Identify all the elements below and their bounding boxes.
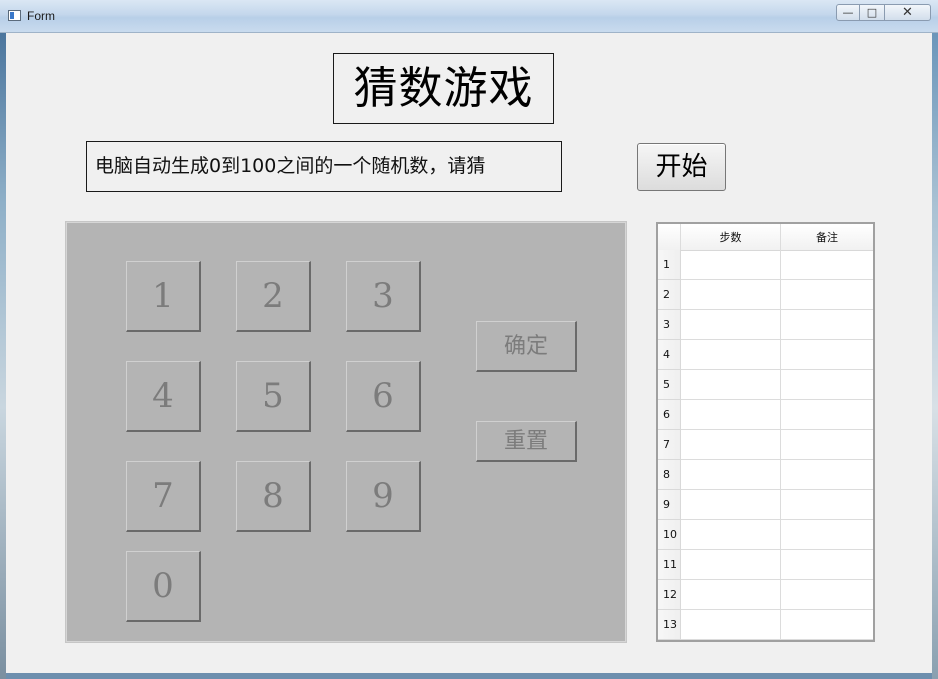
steps-cell[interactable] [681,340,781,370]
steps-cell[interactable] [681,250,781,280]
key-5-button[interactable]: 5 [236,361,311,432]
window-app-icon[interactable] [8,10,21,21]
table-row: 12 [658,580,873,610]
steps-cell[interactable] [681,430,781,460]
row-header[interactable]: 1 [658,250,681,280]
key-8-button[interactable]: 8 [236,461,311,532]
form-client-area: 猜数游戏 电脑自动生成0到100之间的一个随机数，请猜 开始 1 2 3 4 5… [6,33,932,673]
steps-cell[interactable] [681,370,781,400]
row-header[interactable]: 3 [658,310,681,340]
table-row: 6 [658,400,873,430]
table-row: 4 [658,340,873,370]
title-bar[interactable]: Form — □ ✕ [0,0,938,33]
key-4-button[interactable]: 4 [126,361,201,432]
column-header-notes[interactable]: 备注 [781,224,873,250]
row-header[interactable]: 12 [658,580,681,610]
table-row: 13 [658,610,873,640]
notes-cell[interactable] [781,340,873,370]
notes-cell[interactable] [781,490,873,520]
row-header[interactable]: 9 [658,490,681,520]
steps-cell[interactable] [681,280,781,310]
steps-cell[interactable] [681,400,781,430]
notes-cell[interactable] [781,250,873,280]
row-header[interactable]: 7 [658,430,681,460]
table-row: 7 [658,430,873,460]
minimize-button[interactable]: — [836,4,860,21]
key-3-button[interactable]: 3 [346,261,421,332]
table-row: 2 [658,280,873,310]
row-header[interactable]: 11 [658,550,681,580]
row-header[interactable]: 2 [658,280,681,310]
key-6-button[interactable]: 6 [346,361,421,432]
notes-cell[interactable] [781,370,873,400]
form-window: Form — □ ✕ 猜数游戏 电脑自动生成0到100之间的一个随机数，请猜 开… [0,0,938,679]
table-row: 9 [658,490,873,520]
key-7-button[interactable]: 7 [126,461,201,532]
notes-cell[interactable] [781,310,873,340]
notes-cell[interactable] [781,550,873,580]
table-row: 3 [658,310,873,340]
key-2-button[interactable]: 2 [236,261,311,332]
key-0-button[interactable]: 0 [126,551,201,622]
window-title: Form [27,9,55,23]
steps-cell[interactable] [681,550,781,580]
notes-cell[interactable] [781,430,873,460]
table-header: 步数 备注 [658,224,873,251]
table-row: 11 [658,550,873,580]
row-header[interactable]: 5 [658,370,681,400]
table-row: 8 [658,460,873,490]
table-corner[interactable] [658,224,681,250]
steps-cell[interactable] [681,490,781,520]
row-header[interactable]: 4 [658,340,681,370]
row-header[interactable]: 10 [658,520,681,550]
notes-cell[interactable] [781,460,873,490]
close-button[interactable]: ✕ [885,4,931,21]
steps-cell[interactable] [681,460,781,490]
history-table: 步数 备注 1 2 3 4 5 6 7 8 9 10 11 12 13 [656,222,875,642]
row-header[interactable]: 13 [658,610,681,640]
table-row: 5 [658,370,873,400]
notes-cell[interactable] [781,580,873,610]
column-header-steps[interactable]: 步数 [681,224,781,250]
key-9-button[interactable]: 9 [346,461,421,532]
notes-cell[interactable] [781,520,873,550]
notes-cell[interactable] [781,280,873,310]
reset-button[interactable]: 重置 [476,421,577,462]
row-header[interactable]: 6 [658,400,681,430]
notes-cell[interactable] [781,400,873,430]
steps-cell[interactable] [681,610,781,640]
steps-cell[interactable] [681,310,781,340]
confirm-button[interactable]: 确定 [476,321,577,372]
steps-cell[interactable] [681,520,781,550]
table-row: 10 [658,520,873,550]
notes-cell[interactable] [781,610,873,640]
maximize-button[interactable]: □ [860,4,885,21]
game-title: 猜数游戏 [333,53,554,124]
keypad-panel: 1 2 3 4 5 6 7 8 9 0 确定 重置 [65,221,627,643]
row-header[interactable]: 8 [658,460,681,490]
steps-cell[interactable] [681,580,781,610]
table-row: 1 [658,250,873,280]
hint-label: 电脑自动生成0到100之间的一个随机数，请猜 [86,141,562,192]
start-button[interactable]: 开始 [637,143,726,191]
key-1-button[interactable]: 1 [126,261,201,332]
